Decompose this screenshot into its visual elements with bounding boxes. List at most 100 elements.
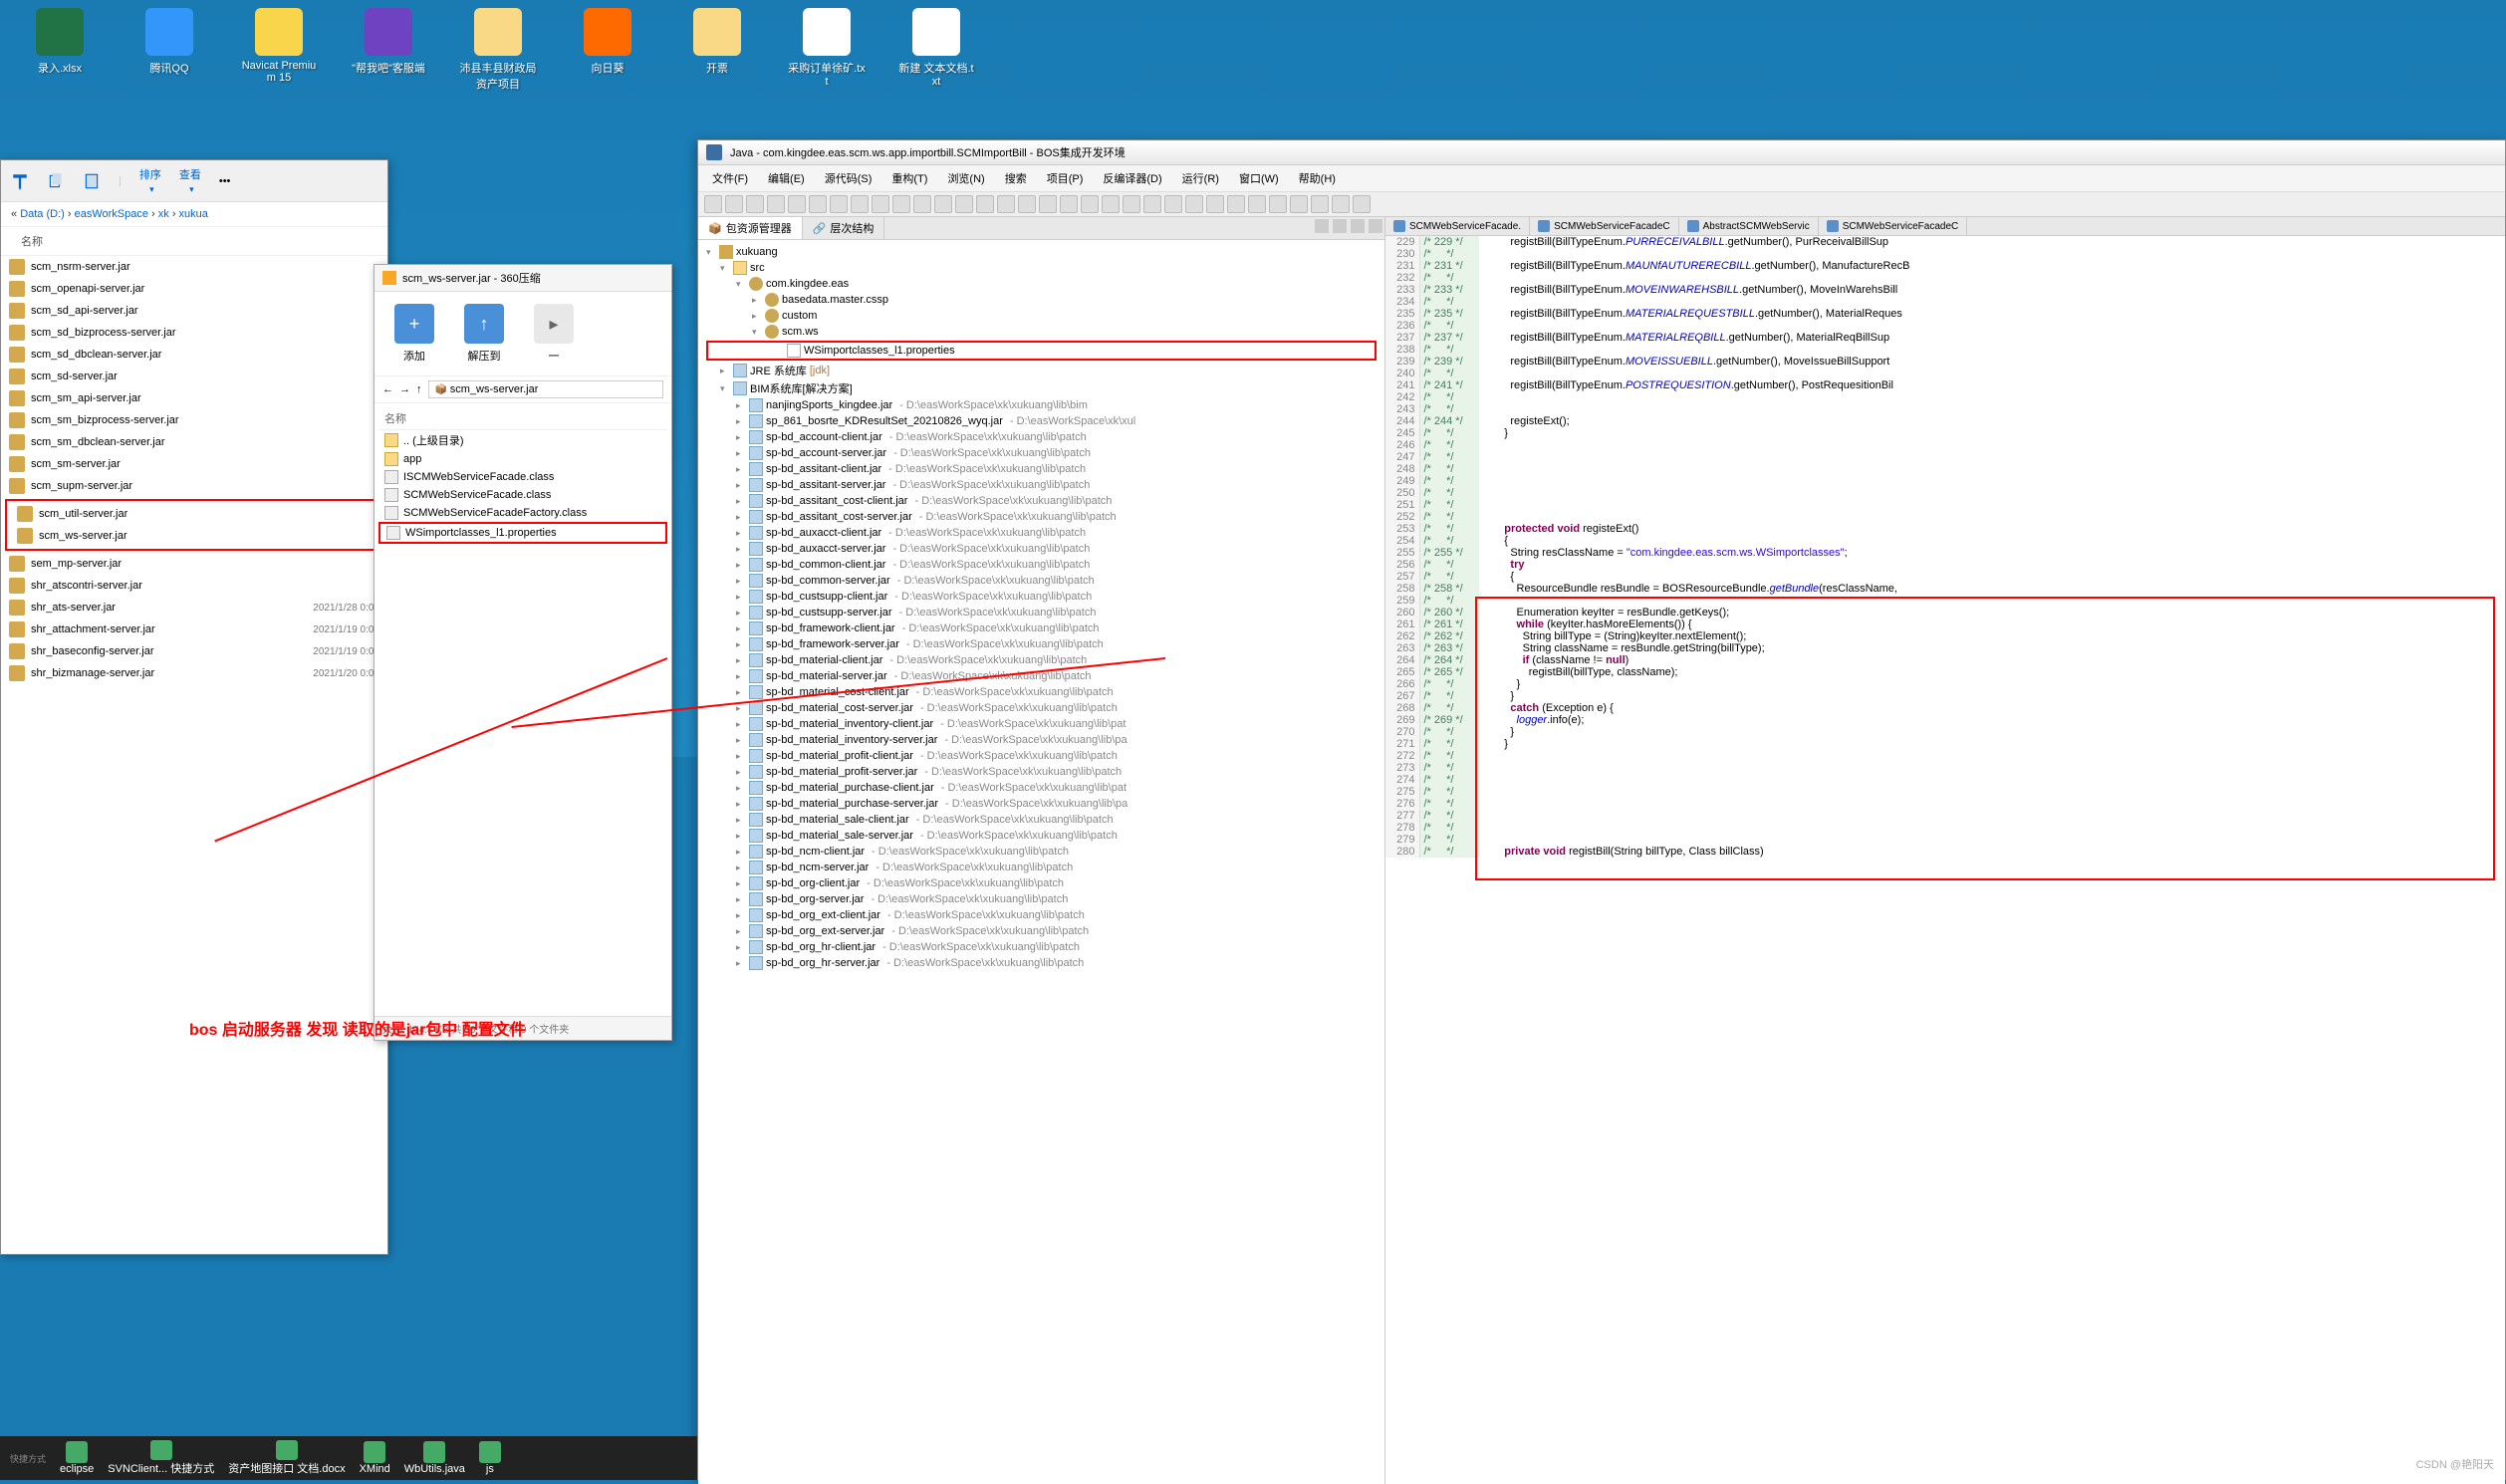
tree-library[interactable]: ▸JRE 系统库 [jdk]	[702, 362, 1380, 379]
code-line[interactable]: 241/* 241 */ registBill(BillTypeEnum.POS…	[1385, 379, 2505, 391]
tree-jar[interactable]: ▸sp-bd_framework-client.jar - D:\easWork…	[702, 620, 1380, 636]
code-line[interactable]: 254/* */ {	[1385, 535, 2505, 547]
code-line[interactable]: 231/* 231 */ registBill(BillTypeEnum.MAU…	[1385, 260, 2505, 272]
tree-jar[interactable]: ▸sp-bd_assitant_cost-server.jar - D:\eas…	[702, 509, 1380, 525]
tab-package-explorer[interactable]: 📦 包资源管理器	[698, 217, 803, 239]
tree-jar[interactable]: ▸sp-bd_account-server.jar - D:\easWorkSp…	[702, 445, 1380, 461]
file-row[interactable]: shr_ats-server.jar 2021/1/28 0:00	[1, 597, 387, 618]
column-header-name[interactable]: 名称	[1, 227, 387, 256]
tree-package[interactable]: ▸custom	[702, 308, 1380, 324]
tree-package[interactable]: ▾scm.ws	[702, 324, 1380, 340]
view-menu-icon[interactable]	[1315, 219, 1329, 233]
code-line[interactable]: 272/* */	[1385, 750, 2505, 762]
code-line[interactable]: 236/* */	[1385, 320, 2505, 332]
taskbar-item[interactable]: XMind	[354, 1440, 396, 1476]
toolbar-button[interactable]	[1311, 195, 1329, 213]
file-row[interactable]: scm_openapi-server.jar	[1, 278, 387, 300]
tree-jar[interactable]: ▸sp-bd_material_profit-client.jar - D:\e…	[702, 748, 1380, 764]
file-row[interactable]: scm_sd_dbclean-server.jar	[1, 344, 387, 366]
tree-jar[interactable]: ▸sp-bd_account-client.jar - D:\easWorkSp…	[702, 429, 1380, 445]
code-line[interactable]: 245/* */ }	[1385, 427, 2505, 439]
paste-button[interactable]	[83, 172, 101, 190]
menu-item[interactable]: 浏览(N)	[939, 168, 992, 188]
tree-project[interactable]: ▾xukuang	[702, 244, 1380, 260]
code-line[interactable]: 246/* */	[1385, 439, 2505, 451]
toolbar-button[interactable]	[1164, 195, 1182, 213]
code-line[interactable]: 256/* */ try	[1385, 559, 2505, 571]
taskbar-item[interactable]: WbUtils.java	[398, 1440, 471, 1476]
copy-button[interactable]	[47, 172, 65, 190]
code-line[interactable]: 248/* */	[1385, 463, 2505, 475]
desktop-icon[interactable]: "帮我吧"客服端	[349, 8, 428, 92]
zip-entry[interactable]: app	[378, 450, 667, 468]
toolbar-button[interactable]	[1290, 195, 1308, 213]
code-line[interactable]: 243/* */	[1385, 403, 2505, 415]
desktop-icon[interactable]: 向日葵	[568, 8, 647, 92]
toolbar-button[interactable]	[1039, 195, 1057, 213]
code-line[interactable]: 244/* 244 */ registeExt();	[1385, 415, 2505, 427]
tree-jar[interactable]: ▸sp-bd_common-client.jar - D:\easWorkSpa…	[702, 557, 1380, 573]
desktop-icon[interactable]: 沛县丰县财政局资产项目	[458, 8, 538, 92]
tree-jar[interactable]: ▸sp-bd_auxacct-client.jar - D:\easWorkSp…	[702, 525, 1380, 541]
zip-entry[interactable]: WSimportclasses_l1.properties	[378, 522, 667, 544]
tree-jar[interactable]: ▸sp-bd_material_profit-server.jar - D:\e…	[702, 764, 1380, 780]
toolbar-button[interactable]	[1248, 195, 1266, 213]
file-row[interactable]: scm_sm_api-server.jar	[1, 387, 387, 409]
code-line[interactable]: 242/* */	[1385, 391, 2505, 403]
toolbar-button[interactable]	[704, 195, 722, 213]
menu-item[interactable]: 文件(F)	[704, 168, 756, 188]
tree-jar[interactable]: ▸nanjingSports_kingdee.jar - D:\easWorkS…	[702, 397, 1380, 413]
toolbar-button[interactable]	[1206, 195, 1224, 213]
taskbar-item[interactable]: 资产地图接口 文档.docx	[222, 1440, 351, 1476]
file-row[interactable]: scm_sd-server.jar	[1, 366, 387, 387]
menu-item[interactable]: 窗口(W)	[1231, 168, 1287, 188]
code-line[interactable]: 273/* */	[1385, 762, 2505, 774]
sort-dropdown[interactable]: 排序	[139, 166, 161, 195]
code-line[interactable]: 275/* */	[1385, 786, 2505, 798]
file-row[interactable]: scm_ws-server.jar	[9, 525, 379, 547]
code-line[interactable]: 280/* */ private void registBill(String …	[1385, 846, 2505, 858]
file-row[interactable]: scm_util-server.jar	[9, 503, 379, 525]
tree-jar[interactable]: ▸sp-bd_material_sale-client.jar - D:\eas…	[702, 812, 1380, 828]
toolbar-button[interactable]	[1123, 195, 1140, 213]
code-line[interactable]: 240/* */	[1385, 368, 2505, 379]
code-line[interactable]: 234/* */	[1385, 296, 2505, 308]
code-line[interactable]: 235/* 235 */ registBill(BillTypeEnum.MAT…	[1385, 308, 2505, 320]
menu-item[interactable]: 项目(P)	[1039, 168, 1092, 188]
code-line[interactable]: 238/* */	[1385, 344, 2505, 356]
code-line[interactable]: 261/* 261 */ while (keyIter.hasMoreEleme…	[1385, 618, 2505, 630]
toolbar-button[interactable]	[809, 195, 827, 213]
file-row[interactable]: scm_sm-server.jar	[1, 453, 387, 475]
menu-item[interactable]: 帮助(H)	[1291, 168, 1344, 188]
tree-jar[interactable]: ▸sp-bd_framework-server.jar - D:\easWork…	[702, 636, 1380, 652]
taskbar-item[interactable]: SVNClient... 快捷方式	[102, 1440, 220, 1476]
code-line[interactable]: 262/* 262 */ String billType = (String)k…	[1385, 630, 2505, 642]
toolbar-button[interactable]	[746, 195, 764, 213]
code-line[interactable]: 279/* */	[1385, 834, 2505, 846]
code-line[interactable]: 247/* */	[1385, 451, 2505, 463]
view-dropdown[interactable]: 查看	[179, 166, 201, 195]
tree-jar[interactable]: ▸sp-bd_material_inventory-server.jar - D…	[702, 732, 1380, 748]
toolbar-button[interactable]	[1353, 195, 1371, 213]
code-line[interactable]: 232/* */	[1385, 272, 2505, 284]
file-row[interactable]: scm_sd_api-server.jar	[1, 300, 387, 322]
code-line[interactable]: 258/* 258 */ ResourceBundle resBundle = …	[1385, 583, 2505, 595]
toolbar-button[interactable]	[1018, 195, 1036, 213]
file-row[interactable]: scm_nsrm-server.jar	[1, 256, 387, 278]
tree-package[interactable]: ▾com.kingdee.eas	[702, 276, 1380, 292]
tree-jar[interactable]: ▸sp-bd_org-server.jar - D:\easWorkSpace\…	[702, 891, 1380, 907]
tree-jar[interactable]: ▸sp-bd_common-server.jar - D:\easWorkSpa…	[702, 573, 1380, 589]
toolbar-button[interactable]	[830, 195, 848, 213]
toolbar-button[interactable]	[1060, 195, 1078, 213]
tree-jar[interactable]: ▸sp_861_bosrte_KDResultSet_20210826_wyq.…	[702, 413, 1380, 429]
extract-button[interactable]: ↑解压到	[464, 304, 504, 364]
tree-jar[interactable]: ▸sp-bd_assitant-server.jar - D:\easWorkS…	[702, 477, 1380, 493]
tree-jar[interactable]: ▸sp-bd_ncm-server.jar - D:\easWorkSpace\…	[702, 860, 1380, 875]
code-line[interactable]: 252/* */	[1385, 511, 2505, 523]
toolbar-button[interactable]	[872, 195, 889, 213]
menu-item[interactable]: 重构(T)	[883, 168, 935, 188]
editor-tab[interactable]: SCMWebServiceFacadeC	[1530, 217, 1679, 235]
toolbar-button[interactable]	[1227, 195, 1245, 213]
toolbar-button[interactable]	[997, 195, 1015, 213]
code-line[interactable]: 260/* 260 */ Enumeration keyIter = resBu…	[1385, 607, 2505, 618]
